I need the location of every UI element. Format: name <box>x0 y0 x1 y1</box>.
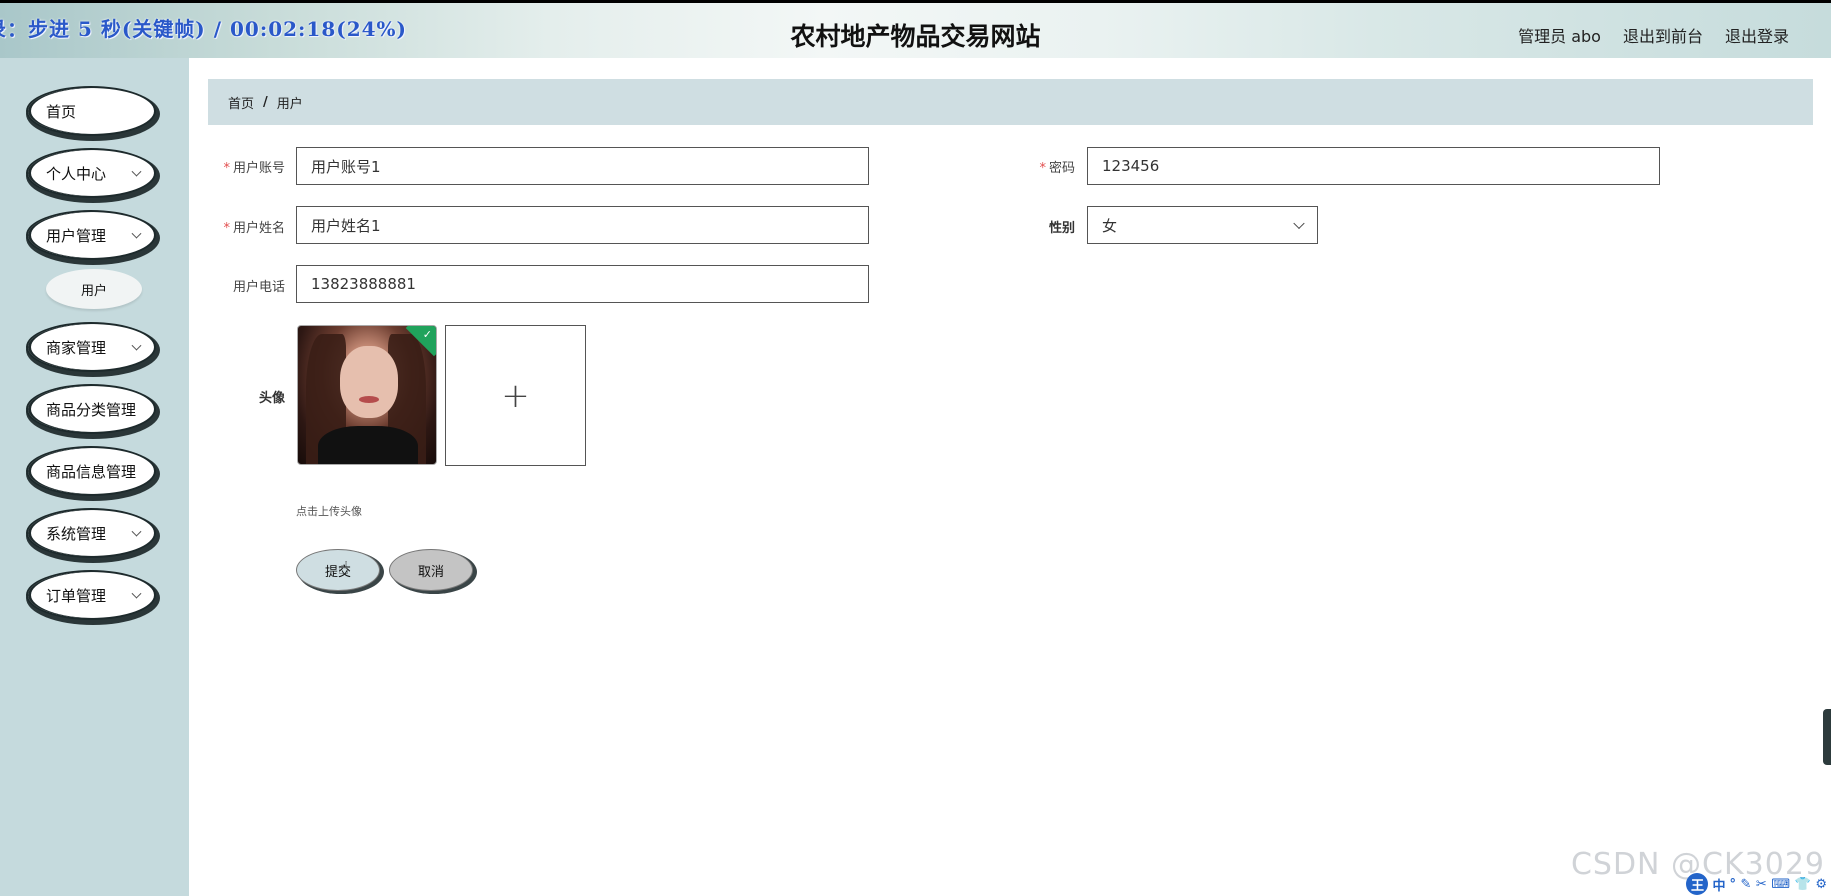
sidebar-item-label: 用户管理 <box>46 226 107 245</box>
gender-label: 性别 <box>1048 221 1075 236</box>
hand-cursor-icon: ☝ <box>338 558 349 579</box>
sidebar-item-category-management[interactable]: 商品分类管理 <box>26 384 156 434</box>
breadcrumb-home[interactable]: 首页 <box>228 93 254 112</box>
sidebar-item-label: 订单管理 <box>46 586 107 605</box>
account-field[interactable]: 用户账号1 <box>296 147 869 185</box>
header-links: 管理员 abo 退出到前台 退出登录 <box>1518 23 1789 47</box>
breadcrumb: 首页 / 用户 <box>208 79 1813 125</box>
plus-icon: + <box>501 375 530 416</box>
chevron-down-icon <box>1293 217 1305 230</box>
name-field[interactable]: 用户姓名1 <box>296 206 869 244</box>
password-field[interactable]: 123456 <box>1087 147 1660 185</box>
sidebar-item-home[interactable]: 首页 <box>26 86 156 136</box>
phone-field[interactable]: 13823888881 <box>296 265 869 303</box>
upload-hint: 点击上传头像 <box>296 505 362 518</box>
ime-logo-icon[interactable]: 王 <box>1686 873 1709 895</box>
logout-link[interactable]: 退出登录 <box>1725 23 1789 47</box>
sidebar-item-label: 个人中心 <box>46 164 107 183</box>
side-panel-handle[interactable] <box>1823 709 1831 765</box>
check-icon: ✓ <box>422 328 432 341</box>
chevron-down-icon <box>131 526 142 537</box>
admin-user-label: 管理员 abo <box>1518 27 1601 46</box>
name-label: * 用户姓名 <box>223 221 285 236</box>
sidebar: 首页 个人中心 用户管理 用户 商家管理 商品分类管理 商品信息管理 系统管理 … <box>0 58 189 896</box>
phone-label: 用户电话 <box>232 280 285 295</box>
chevron-down-icon <box>131 228 142 239</box>
sidebar-subitem-user[interactable]: 用户 <box>46 269 142 309</box>
sidebar-item-label: 系统管理 <box>46 524 107 543</box>
gender-select[interactable]: 女 <box>1087 206 1318 244</box>
ime-tool-icons[interactable]: ° ✎ ✂ ⌨ 👕 ⚙ <box>1729 877 1827 892</box>
sidebar-item-personal-center[interactable]: 个人中心 <box>26 148 156 198</box>
avatar-label: 头像 <box>258 391 285 406</box>
sidebar-item-label: 商品信息管理 <box>46 462 137 481</box>
gender-select-value: 女 <box>1102 216 1118 235</box>
cancel-button[interactable]: 取消 <box>389 549 473 591</box>
sidebar-item-order-management[interactable]: 订单管理 <box>26 570 156 620</box>
top-header: 录：步进 5 秒(关键帧) / 00:02:18(24%) 农村地产物品交易网站… <box>0 0 1831 58</box>
sidebar-item-user-management[interactable]: 用户管理 <box>26 210 156 260</box>
recording-status-overlay: 录：步进 5 秒(关键帧) / 00:02:18(24%) <box>0 17 408 41</box>
chevron-down-icon <box>131 166 142 177</box>
account-label: * 用户账号 <box>223 161 285 176</box>
password-label: * 密码 <box>1039 161 1075 176</box>
sidebar-item-product-management[interactable]: 商品信息管理 <box>26 446 156 496</box>
sidebar-item-system-management[interactable]: 系统管理 <box>26 508 156 558</box>
sidebar-item-label: 首页 <box>46 102 77 121</box>
sidebar-item-label: 商家管理 <box>46 338 107 357</box>
sidebar-item-merchant-management[interactable]: 商家管理 <box>26 322 156 372</box>
breadcrumb-current: 用户 <box>276 96 303 112</box>
ime-language-toggle[interactable]: 中 <box>1712 875 1725 894</box>
chevron-down-icon <box>131 340 142 351</box>
avatar-image[interactable]: ✓ <box>297 325 437 465</box>
ime-toolbar[interactable]: 王 中 ° ✎ ✂ ⌨ 👕 ⚙ <box>1686 872 1827 896</box>
sidebar-item-label: 商品分类管理 <box>46 400 137 419</box>
exit-to-front-link[interactable]: 退出到前台 <box>1623 23 1703 47</box>
chevron-down-icon <box>131 588 142 599</box>
avatar-upload-button[interactable]: + <box>445 325 586 466</box>
breadcrumb-separator: / <box>263 94 268 110</box>
